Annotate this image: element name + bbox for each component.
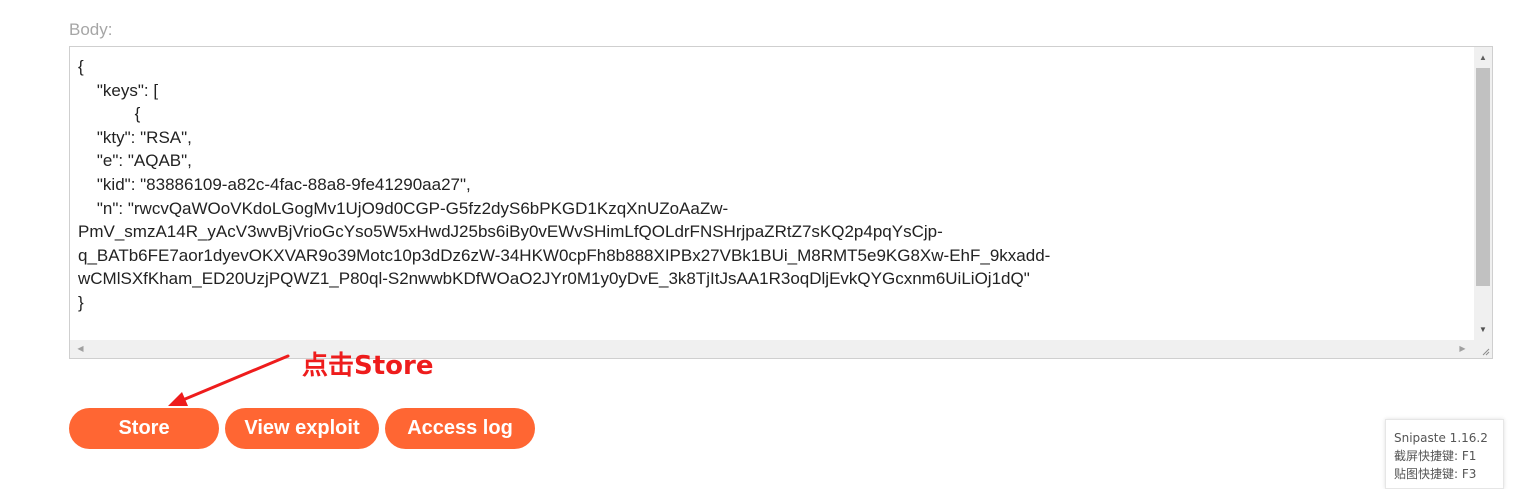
body-label: Body: — [69, 20, 113, 39]
scroll-up-arrow-icon[interactable]: ▲ — [1474, 49, 1492, 66]
scroll-right-arrow-icon[interactable]: ▶ — [1454, 340, 1471, 358]
scroll-left-arrow-icon[interactable]: ◀ — [72, 340, 89, 358]
snipaste-shortcut-capture: 截屏快捷键: F1 — [1394, 449, 1477, 463]
body-textarea-content[interactable]: { "keys": [ { "kty": "RSA", "e": "AQAB",… — [78, 55, 1468, 337]
body-textarea[interactable]: { "keys": [ { "kty": "RSA", "e": "AQAB",… — [69, 46, 1493, 359]
resize-grip-icon[interactable] — [1474, 340, 1492, 358]
access-log-button[interactable]: Access log — [385, 408, 535, 449]
scroll-down-arrow-icon[interactable]: ▼ — [1474, 321, 1492, 338]
snipaste-shortcut-paste: 贴图快捷键: F3 — [1394, 467, 1477, 481]
snipaste-tooltip: Snipaste 1.16.2 截屏快捷键: F1 贴图快捷键: F3 — [1385, 419, 1504, 489]
vertical-scrollbar[interactable]: ▲ ▼ — [1474, 47, 1492, 340]
snipaste-title: Snipaste 1.16.2 — [1394, 431, 1488, 445]
view-exploit-button[interactable]: View exploit — [225, 408, 379, 449]
annotation-click-store: 点击Store — [302, 351, 434, 381]
annotation-arrow-icon — [168, 354, 290, 406]
store-button[interactable]: Store — [69, 408, 219, 449]
vertical-scroll-thumb[interactable] — [1476, 68, 1490, 286]
